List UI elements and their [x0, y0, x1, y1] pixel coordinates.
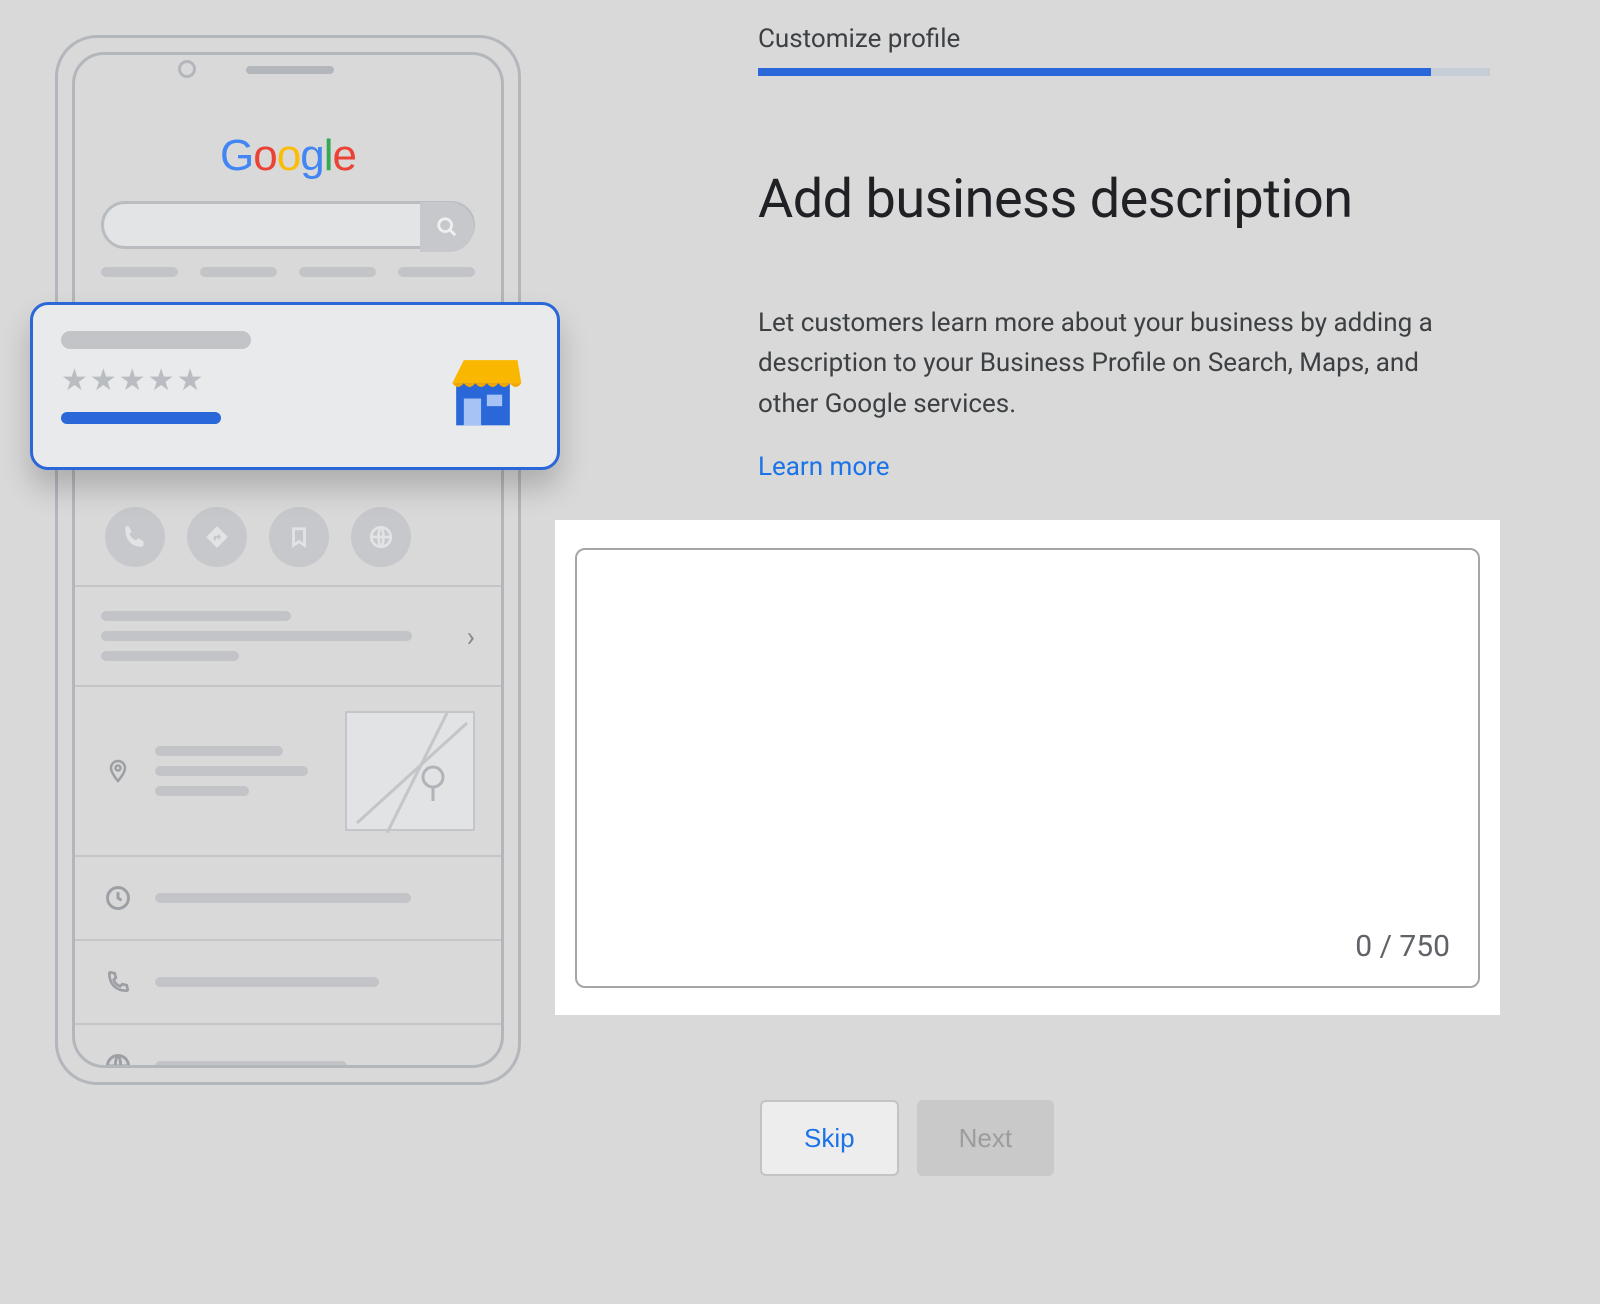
form-panel: Customize profile Add business descripti… [758, 24, 1490, 482]
map-thumbnail [345, 711, 475, 831]
phone-illustration: Google › [55, 35, 521, 1085]
learn-more-link[interactable]: Learn more [758, 452, 890, 482]
illustration-hours-row [75, 855, 501, 939]
globe-icon [351, 507, 411, 567]
illustration-tab-row [101, 267, 475, 277]
description-input-wrap: 0 / 750 [575, 548, 1480, 988]
storefront-icon [437, 341, 529, 433]
character-counter: 0 / 750 [1355, 929, 1450, 964]
next-button[interactable]: Next [917, 1100, 1054, 1176]
clock-icon [101, 881, 135, 915]
progress-step-label: Customize profile [758, 24, 1490, 54]
progress-bar-fill [758, 68, 1431, 76]
globe-icon [101, 1049, 135, 1068]
chevron-right-icon: › [467, 620, 475, 653]
phone-screen: Google › [72, 52, 504, 1068]
bookmark-icon [269, 507, 329, 567]
illustration-search-bar [101, 201, 475, 249]
illustration-website-row [75, 1023, 501, 1068]
page-title: Add business description [758, 168, 1490, 231]
page-description: Let customers learn more about your busi… [758, 303, 1438, 424]
directions-icon [187, 507, 247, 567]
illustration-phone-row [75, 939, 501, 1023]
progress-bar [758, 68, 1490, 76]
search-icon [420, 202, 474, 252]
business-description-input[interactable] [575, 548, 1480, 988]
illustration-summary-row: › [75, 585, 501, 685]
pin-icon [101, 754, 135, 788]
illustration-address-row [75, 685, 501, 855]
listing-title-placeholder [61, 331, 251, 349]
description-input-highlight: 0 / 750 [555, 520, 1500, 1015]
phone-icon [101, 965, 135, 999]
call-icon [105, 507, 165, 567]
business-listing-card: ★★★★★ [30, 302, 560, 470]
google-logo: Google [75, 131, 501, 181]
form-actions: Skip Next [760, 1100, 1054, 1176]
illustration-action-buttons [105, 507, 471, 567]
listing-accent-bar [61, 412, 221, 424]
skip-button[interactable]: Skip [760, 1100, 899, 1176]
